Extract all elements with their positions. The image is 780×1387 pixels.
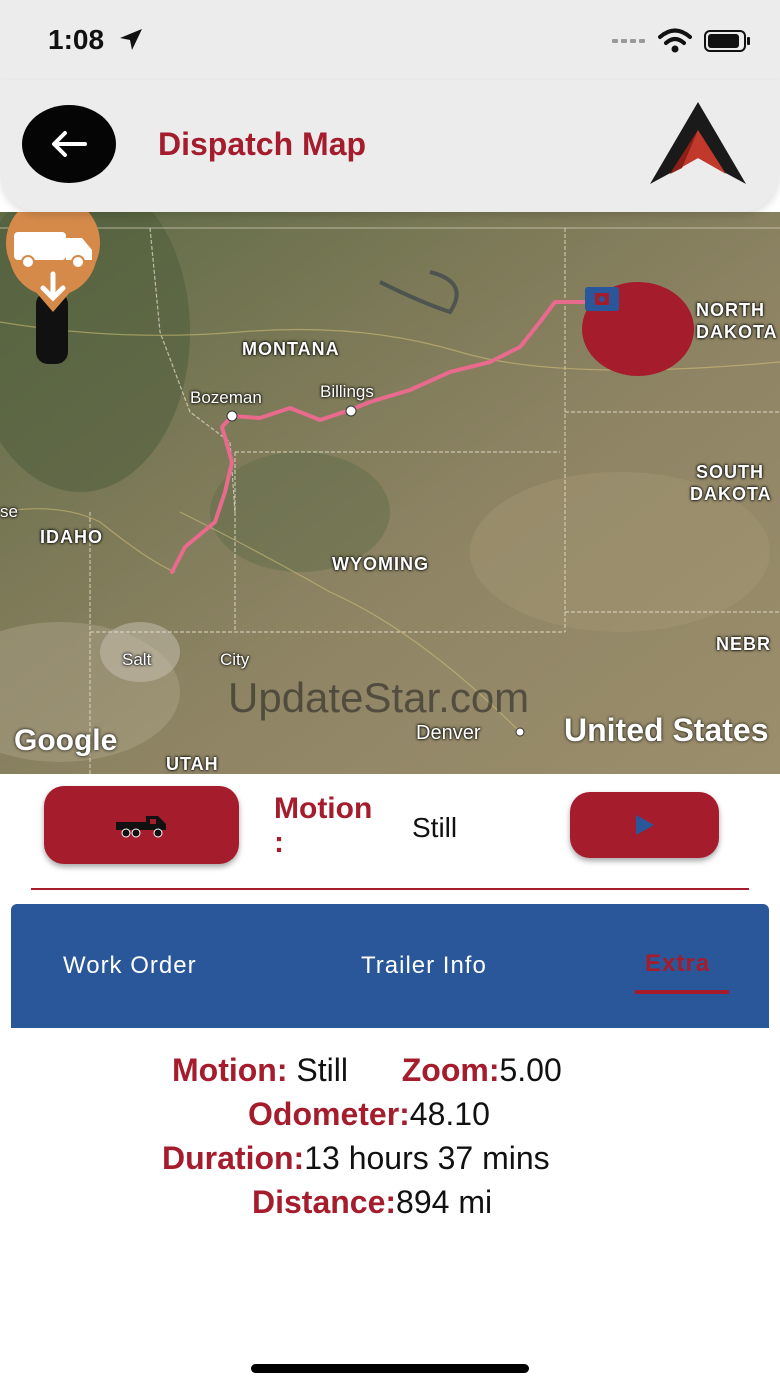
info-distance: Distance:894 mi — [252, 1184, 492, 1221]
motion-label: Motion : — [274, 792, 372, 860]
brand-logo-icon — [650, 102, 746, 184]
map-label-south-dakota-2: DAKOTA — [690, 484, 772, 504]
info-duration-key: Duration: — [162, 1140, 305, 1176]
arrow-left-icon — [52, 131, 87, 157]
info-distance-key: Distance: — [252, 1184, 397, 1220]
info-zoom-key: Zoom: — [401, 1052, 500, 1088]
map-label-north-dakota-2: DAKOTA — [696, 322, 778, 342]
map-city-billings: Billings — [320, 382, 374, 401]
info-duration: Duration:13 hours 37 mins — [162, 1140, 550, 1177]
motion-label-colon: : — [274, 826, 284, 859]
map-city-salt-lake-left: Salt — [122, 650, 152, 669]
tab-trailer-info[interactable]: Trailer Info — [361, 952, 487, 980]
status-icons — [612, 28, 752, 54]
info-motion-value: Still — [287, 1052, 348, 1088]
active-tab-indicator — [635, 990, 729, 994]
google-logo: Google — [14, 724, 118, 757]
map-city-bozeman: Bozeman — [190, 388, 262, 407]
watermark: UpdateStar.com — [228, 674, 530, 721]
status-bar: 1:08 — [0, 0, 780, 80]
map-label-country: United States — [564, 712, 769, 748]
play-icon — [635, 815, 654, 835]
home-indicator — [251, 1364, 529, 1373]
truck-button[interactable] — [44, 786, 239, 864]
info-odometer-key: Odometer: — [248, 1096, 410, 1132]
map-city-denver: Denver — [416, 722, 481, 744]
location-arrow-icon — [120, 29, 142, 50]
map-label-south-dakota-1: SOUTH — [696, 462, 764, 482]
truck-icon — [115, 816, 166, 838]
motion-value: Still — [412, 812, 458, 843]
info-duration-value: 13 hours 37 mins — [304, 1140, 550, 1176]
map-label-idaho: IDAHO — [40, 527, 103, 547]
box-icon — [585, 287, 619, 311]
info-motion-key: Motion: — [172, 1052, 288, 1088]
app-header: Dispatch Map — [0, 80, 780, 212]
motion-label-text: Motion — [274, 792, 373, 825]
info-odometer: Odometer:48.10 — [248, 1096, 490, 1133]
map-label-edge: se — [0, 502, 18, 521]
map-label-utah: UTAH — [166, 754, 219, 774]
dispatch-map[interactable]: MONTANA NORTH DAKOTA SOUTH DAKOTA IDAHO … — [0, 212, 780, 774]
map-label-north-dakota-1: NORTH — [696, 300, 765, 320]
divider — [31, 888, 749, 890]
info-distance-value: 894 mi — [396, 1184, 493, 1220]
map-label-wyoming: WYOMING — [332, 554, 429, 574]
play-button[interactable] — [570, 792, 719, 858]
page-title: Dispatch Map — [158, 126, 367, 162]
motion-controls: Motion : Still — [0, 774, 780, 894]
pickup-marker[interactable] — [582, 282, 694, 376]
wifi-icon — [658, 28, 692, 53]
status-time: 1:08 — [48, 24, 105, 55]
info-zoom-value: 5.00 — [499, 1052, 562, 1088]
info-odometer-value: 48.10 — [409, 1096, 490, 1132]
tab-extra[interactable]: Extra — [645, 950, 710, 978]
info-motion-zoom: Motion: Still Zoom:5.00 — [172, 1052, 562, 1089]
battery-icon — [704, 30, 750, 52]
tab-bar: Work Order Trailer Info Extra — [11, 904, 769, 1028]
map-city-salt-lake-right: City — [220, 650, 250, 669]
back-button[interactable] — [22, 105, 116, 183]
map-label-nebraska: NEBR — [716, 634, 772, 654]
truck-location-marker[interactable] — [0, 212, 106, 372]
signal-icon — [612, 39, 645, 43]
tab-work-order[interactable]: Work Order — [63, 952, 197, 980]
map-label-montana: MONTANA — [242, 339, 340, 359]
